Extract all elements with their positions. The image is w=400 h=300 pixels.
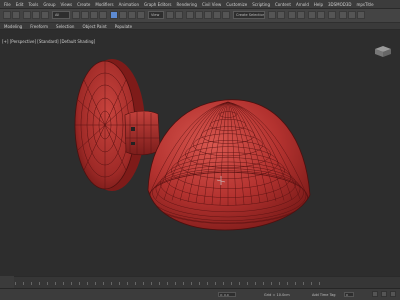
snaps-toggle-button[interactable]	[195, 11, 203, 19]
menu-item[interactable]: Animation	[119, 2, 139, 7]
menu-item[interactable]: Edit	[16, 2, 24, 7]
reference-coordinate-dropdown[interactable]: View	[148, 11, 164, 19]
align-button[interactable]	[277, 11, 285, 19]
menu-item[interactable]: Civil View	[202, 2, 221, 7]
ribbon-tabs: Modeling Freeform Selection Object Paint Pop…	[0, 23, 400, 30]
render-setup-button[interactable]	[339, 11, 347, 19]
menu-item[interactable]: File	[4, 2, 11, 7]
coordinate-field[interactable]: X: 0.0	[218, 292, 236, 297]
window-crossing-button[interactable]	[99, 11, 107, 19]
angle-snap-button[interactable]	[204, 11, 212, 19]
ribbon-tab[interactable]: Populate	[115, 24, 132, 29]
grid-readout: Grid = 10.0cm	[264, 293, 290, 297]
ribbon-tab[interactable]: Freeform	[30, 24, 48, 29]
redo-button[interactable]	[12, 11, 20, 19]
menu-item[interactable]: Views	[61, 2, 73, 7]
menu-item[interactable]: Modifiers	[95, 2, 113, 7]
menu-item[interactable]: 3DSMOD3D	[328, 2, 351, 7]
ribbon-tab[interactable]: Modeling	[4, 24, 22, 29]
rendered-frame-window-button[interactable]	[348, 11, 356, 19]
toggle-layer-explorer-button[interactable]	[297, 11, 305, 19]
mirror-button[interactable]	[268, 11, 276, 19]
render-production-button[interactable]	[357, 11, 365, 19]
material-editor-button[interactable]	[328, 11, 336, 19]
select-by-name-button[interactable]	[81, 11, 89, 19]
placement-button[interactable]	[137, 11, 145, 19]
keyboard-shortcut-override-button[interactable]	[186, 11, 194, 19]
curve-editor-button[interactable]	[308, 11, 316, 19]
menu-item[interactable]: Graph Editors	[144, 2, 171, 7]
menu-item[interactable]: Rendering	[177, 2, 197, 7]
menu-item[interactable]: Scripting	[252, 2, 270, 7]
frame-field[interactable]: 0	[344, 292, 354, 297]
viewport[interactable]: [+] [Perspective] [Standard] [Default Sh…	[0, 30, 400, 288]
3d-model-door-knob[interactable]	[0, 30, 400, 288]
rect-selection-button[interactable]	[90, 11, 98, 19]
main-toolbar: All View Create Selection Set	[0, 9, 400, 23]
lock-icon[interactable]	[372, 291, 378, 297]
select-object-button[interactable]	[72, 11, 80, 19]
time-config-icon[interactable]	[390, 291, 396, 297]
percent-snap-button[interactable]	[213, 11, 221, 19]
select-scale-button[interactable]	[128, 11, 136, 19]
selection-filter-dropdown[interactable]: All	[52, 11, 70, 19]
bind-spacewarp-button[interactable]	[41, 11, 49, 19]
menu-item[interactable]: Customize	[226, 2, 247, 7]
ribbon-tab[interactable]: Selection	[56, 24, 74, 29]
knob-dome	[147, 99, 311, 231]
menu-item[interactable]: Create	[77, 2, 90, 7]
timeline[interactable]	[0, 276, 400, 288]
select-manipulate-button[interactable]	[175, 11, 183, 19]
select-rotate-button[interactable]	[119, 11, 127, 19]
select-move-button[interactable]	[110, 11, 118, 19]
named-selection-sets-dropdown[interactable]: Create Selection Set	[233, 11, 265, 19]
unlink-button[interactable]	[32, 11, 40, 19]
toggle-scene-explorer-button[interactable]	[288, 11, 296, 19]
menu-item[interactable]: Content	[275, 2, 291, 7]
link-button[interactable]	[23, 11, 31, 19]
menu-item[interactable]: Tools	[28, 2, 38, 7]
menu-item[interactable]: Help	[314, 2, 323, 7]
menu-bar: File Edit Tools Group Views Create Modifiers An…	[0, 0, 400, 9]
ribbon-tab[interactable]: Object Paint	[82, 24, 106, 29]
knob-neck	[124, 110, 161, 156]
schematic-view-button[interactable]	[317, 11, 325, 19]
add-time-tag[interactable]: Add Time Tag	[312, 293, 336, 297]
status-bar: X: 0.0 Grid = 10.0cm Add Time Tag 0	[0, 288, 400, 300]
spinner-snap-button[interactable]	[222, 11, 230, 19]
pivot-center-button[interactable]	[166, 11, 174, 19]
menu-item[interactable]: Group	[43, 2, 55, 7]
menu-item[interactable]: Arnold	[296, 2, 309, 7]
play-animation-icon[interactable]	[381, 291, 387, 297]
menu-item[interactable]: mpsTitle	[356, 2, 373, 7]
undo-button[interactable]	[3, 11, 11, 19]
timeline-ticks	[15, 282, 325, 285]
